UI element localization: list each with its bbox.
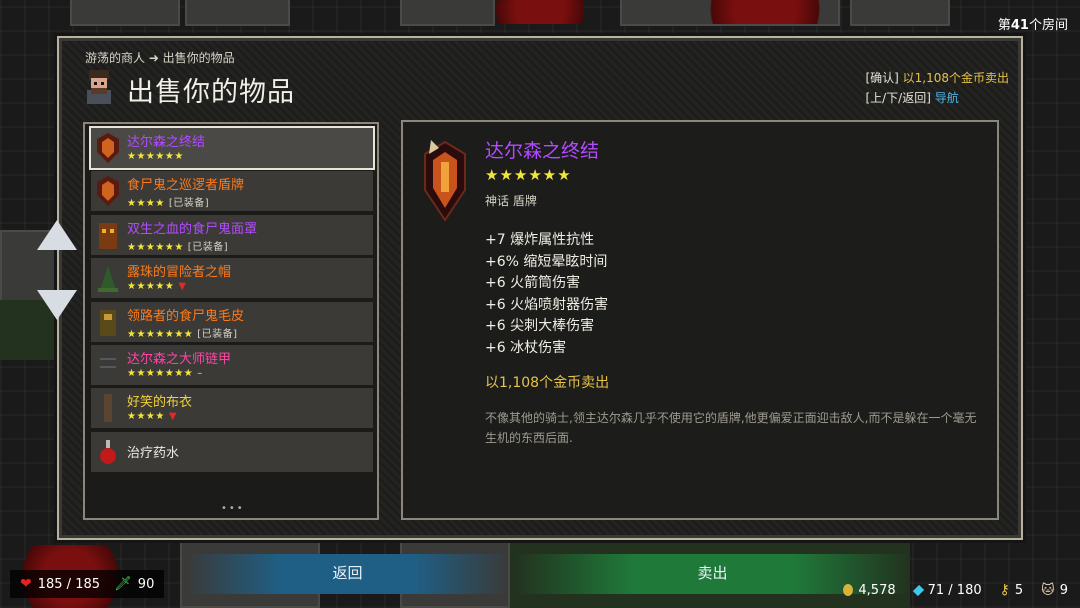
item-name: 双生之血的食尸鬼面罩 [127, 221, 258, 237]
mask-icon [99, 222, 117, 249]
item-stars: ★★★★ [已装备] [127, 198, 210, 210]
list-item[interactable]: 治疗药水 [91, 431, 373, 472]
list-item[interactable]: 食尸鬼之巡逻者盾牌 ★★★★ [已装备] [91, 171, 373, 212]
key-value: 5 [1014, 582, 1024, 598]
item-stars: ★★★★★★★ – [127, 368, 203, 379]
item-stars: ★★★★★ ▼ [127, 281, 187, 293]
equipped-tag: [已装备] [197, 328, 238, 340]
inventory-list: 达尔森之终结 ★★★★★★ 食尸鬼之巡逻者盾牌 ★★★★ [已装备] 双生之血的食尸鬼面罩… [83, 122, 379, 520]
item-name: 食尸鬼之巡逻者盾牌 [127, 178, 245, 194]
list-item[interactable]: 达尔森之大师链甲 ★★★★★★★ – [91, 345, 373, 385]
item-stars: ★★★★★★ [已装备] [127, 241, 229, 253]
list-item[interactable]: 达尔森之终结 ★★★★★★ [89, 126, 375, 170]
item-stars: ★★★★★★★ [已装备] [127, 328, 238, 340]
same-indicator: – [197, 368, 203, 379]
gold-coin-icon [843, 584, 854, 596]
player-stats: ❤ 185 / 185 🗡 90 [10, 570, 165, 598]
stat-line: +6 冰杖伤害 [485, 339, 567, 356]
potion-icon [100, 439, 116, 464]
breadcrumb: 游荡的商人 ➜ 出售你的物品 [85, 51, 235, 65]
list-item[interactable]: 露珠的冒险者之帽 ★★★★★ ▼ [91, 258, 373, 299]
stat-line: +6 火焰喷射器伤害 [485, 296, 609, 313]
key-icon: ⚷ [999, 582, 1010, 598]
page-indicator: ••• [221, 503, 245, 514]
sword-icon: 🗡 [114, 576, 132, 592]
item-name: 治疗药水 [127, 445, 180, 461]
item-name: 露珠的冒险者之帽 [127, 265, 232, 281]
health-value: 185 / 185 [37, 576, 101, 592]
list-item[interactable]: 领路者的食尸鬼毛皮 ★★★★★★★ [已装备] [91, 301, 373, 342]
cloth-icon [104, 394, 112, 423]
gold-value: 4,578 [858, 582, 896, 598]
room-counter: 第41个房间 [997, 18, 1068, 33]
item-detail-panel: 达尔森之终结 ★★★★★★ 神话 盾牌 +7 爆炸属性抗性 +6% 缩短晕眩时间… [401, 120, 999, 520]
item-name: 好笑的布衣 [127, 395, 193, 411]
stat-line: +6 尖刺大棒伤害 [485, 318, 595, 335]
item-stars: ★★★★ ▼ [127, 411, 178, 423]
shield-icon [424, 140, 466, 222]
worse-indicator-icon: ▼ [168, 411, 178, 423]
sell-dialog: 游荡的商人 ➜ 出售你的物品 出售你的物品 [确认] 以1,108个金币卖出 [… [57, 36, 1023, 540]
shield-icon [97, 176, 119, 207]
list-item[interactable]: 好笑的布衣 ★★★★ ▼ [91, 388, 373, 429]
item-name: 达尔森之大师链甲 [127, 352, 232, 367]
worse-indicator-icon: ▼ [178, 281, 187, 293]
armor-icon [100, 309, 116, 336]
sell-price: 以1,108个金币卖出 [485, 375, 610, 391]
gem-icon [912, 584, 924, 596]
heart-icon: ❤ [20, 576, 32, 592]
merchant-portrait-icon [87, 70, 111, 104]
item-type: 神话 盾牌 [485, 194, 537, 208]
gem-value: 71 / 180 [927, 582, 982, 598]
item-stars: ★★★★★★ [127, 151, 184, 162]
hat-icon [98, 266, 118, 293]
list-item[interactable]: 双生之血的食尸鬼面罩 ★★★★★★ [已装备] [91, 214, 373, 255]
scroll-up-arrow-icon[interactable] [37, 220, 77, 250]
chainmail-icon [100, 353, 116, 379]
shield-icon [97, 133, 119, 163]
stat-line: +6% 缩短晕眩时间 [485, 253, 608, 270]
back-button[interactable]: 返回 [185, 554, 510, 594]
resource-counters: 4,578 71 / 180 ⚷ 5 🐱 9 [843, 582, 1068, 598]
page-title: 出售你的物品 [127, 77, 295, 108]
scroll-down-arrow-icon[interactable] [37, 290, 77, 320]
item-name: 达尔森之终结 [127, 135, 206, 150]
equipped-tag: [已装备] [187, 241, 229, 253]
pet-icon: 🐱 [1041, 582, 1055, 598]
item-name: 领路者的食尸鬼毛皮 [127, 308, 245, 324]
equipped-tag: [已装备] [168, 198, 210, 210]
stat-line: +7 爆炸属性抗性 [485, 232, 595, 248]
attack-value: 90 [137, 576, 155, 592]
item-stats: +7 爆炸属性抗性 +6% 缩短晕眩时间 +6 火箭筒伤害 +6 火焰喷射器伤害… [485, 230, 608, 360]
item-rarity-stars: ★★★★★★ [485, 166, 572, 184]
control-hints: [确认] 以1,108个金币卖出 [上/下/返回] 导航 [865, 71, 1009, 105]
pet-value: 9 [1059, 582, 1068, 598]
stat-line: +6 火箭筒伤害 [485, 275, 581, 292]
item-name: 达尔森之终结 [485, 140, 600, 162]
item-description: 不像其他的骑士,领主达尔森几乎不使用它的盾牌,他更偏爱正面迎击敌人,而不是躲在一… [485, 411, 977, 445]
